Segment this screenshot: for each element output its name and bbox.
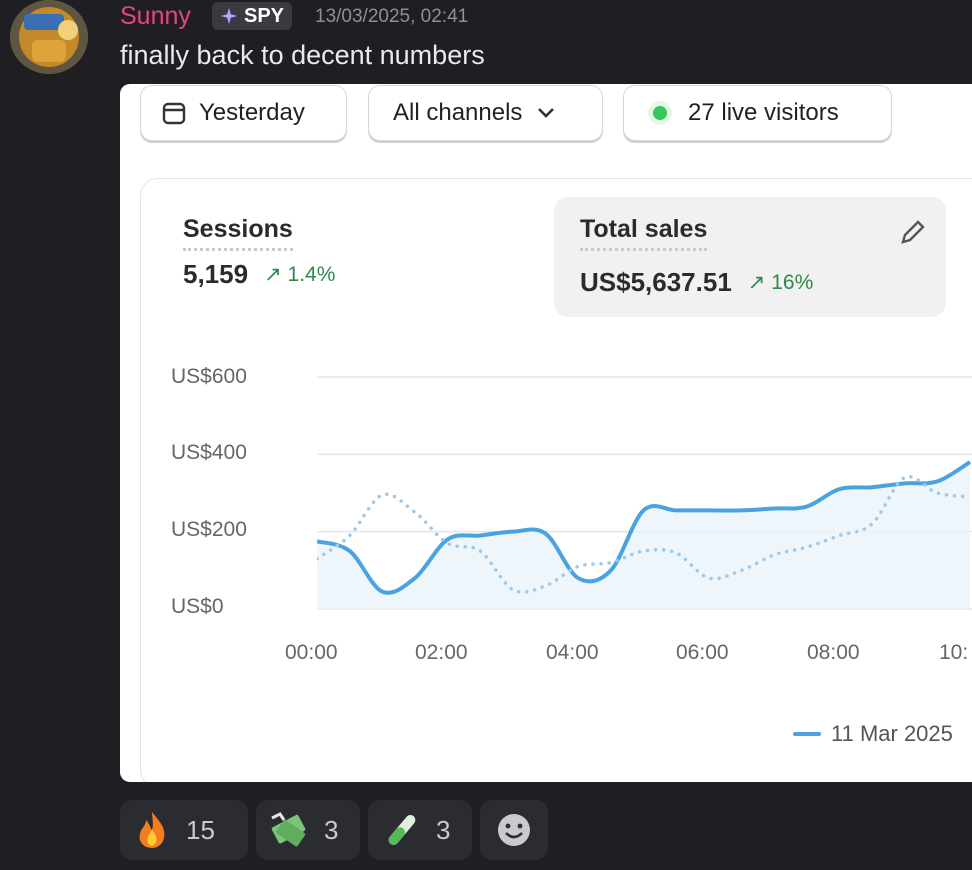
fire-emoji-icon (139, 812, 165, 848)
chart-legend[interactable]: 11 Mar 2025 (793, 721, 953, 747)
total-sales-change: ↗ 16% (747, 271, 814, 294)
y-tick-label: US$0 (171, 595, 224, 618)
channel-filter-dropdown[interactable]: All channels (368, 85, 603, 141)
add-reaction-icon (498, 814, 530, 846)
date-filter-button[interactable]: Yesterday (140, 85, 347, 141)
channel-filter-label: All channels (393, 99, 523, 126)
reaction-count: 3 (436, 814, 451, 845)
tag-label: SPY (244, 4, 285, 27)
legend-label: 11 Mar 2025 (831, 721, 953, 746)
date-filter-label: Yesterday (199, 99, 305, 126)
reactions-bar: 15 3 3 (120, 800, 548, 860)
x-tick-label: 00:00 (285, 641, 338, 664)
live-dot-icon (648, 101, 672, 125)
series-area (317, 462, 970, 609)
total-sales-change-value: 16% (771, 271, 814, 294)
message-text: finally back to decent numbers (120, 40, 485, 70)
x-tick-label: 06:00 (676, 641, 729, 664)
live-visitors-label: 27 live visitors (688, 99, 839, 126)
money-emoji-icon (271, 812, 306, 847)
total-sales-metric[interactable]: Total sales US$5,637.51 ↗ 16% (554, 197, 946, 317)
server-tag[interactable]: SPY (212, 2, 293, 30)
y-tick-label: US$600 (171, 365, 247, 388)
sparkle-icon (220, 7, 238, 25)
x-tick-label: 08:00 (807, 641, 860, 664)
live-visitors-badge[interactable]: 27 live visitors (623, 85, 892, 141)
sessions-value: 5,159 (183, 259, 249, 289)
y-tick-label: US$200 (171, 518, 247, 541)
total-sales-value: US$5,637.51 (580, 267, 732, 297)
sessions-change-value: 1.4% (287, 263, 336, 286)
legend-swatch (793, 732, 821, 736)
sales-line-chart[interactable] (317, 359, 972, 619)
calendar-icon (162, 102, 186, 125)
y-tick-label: US$400 (171, 441, 247, 464)
reaction-money[interactable]: 3 (256, 800, 360, 860)
timestamp: 13/03/2025, 02:41 (315, 6, 469, 27)
sessions-change: ↗ 1.4% (264, 263, 336, 286)
chart-panel: Sessions 5,159 ↗ 1.4% Total sales US$5,6… (140, 178, 972, 782)
sessions-label: Sessions (183, 215, 293, 251)
total-sales-label: Total sales (580, 215, 708, 251)
reaction-count: 3 (324, 814, 339, 845)
x-tick-label: 10: (939, 641, 969, 664)
author-name[interactable]: Sunny (120, 2, 191, 31)
x-tick-label: 04:00 (546, 641, 599, 664)
x-tick-label: 02:00 (415, 641, 468, 664)
edit-pencil-icon[interactable] (898, 217, 928, 247)
sessions-metric[interactable]: Sessions 5,159 ↗ 1.4% (183, 215, 335, 290)
test-tube-emoji-icon (388, 815, 416, 845)
reaction-count: 15 (186, 814, 215, 845)
analytics-screenshot[interactable]: Yesterday All channels 27 live visitors … (120, 84, 972, 782)
chevron-down-icon (538, 108, 555, 118)
add-reaction-button[interactable] (480, 800, 548, 860)
reaction-test-tube[interactable]: 3 (368, 800, 472, 860)
reaction-fire[interactable]: 15 (120, 800, 248, 860)
avatar[interactable] (10, 0, 88, 74)
chat-message: Sunny SPY 13/03/2025, 02:41 finally back… (0, 0, 972, 870)
